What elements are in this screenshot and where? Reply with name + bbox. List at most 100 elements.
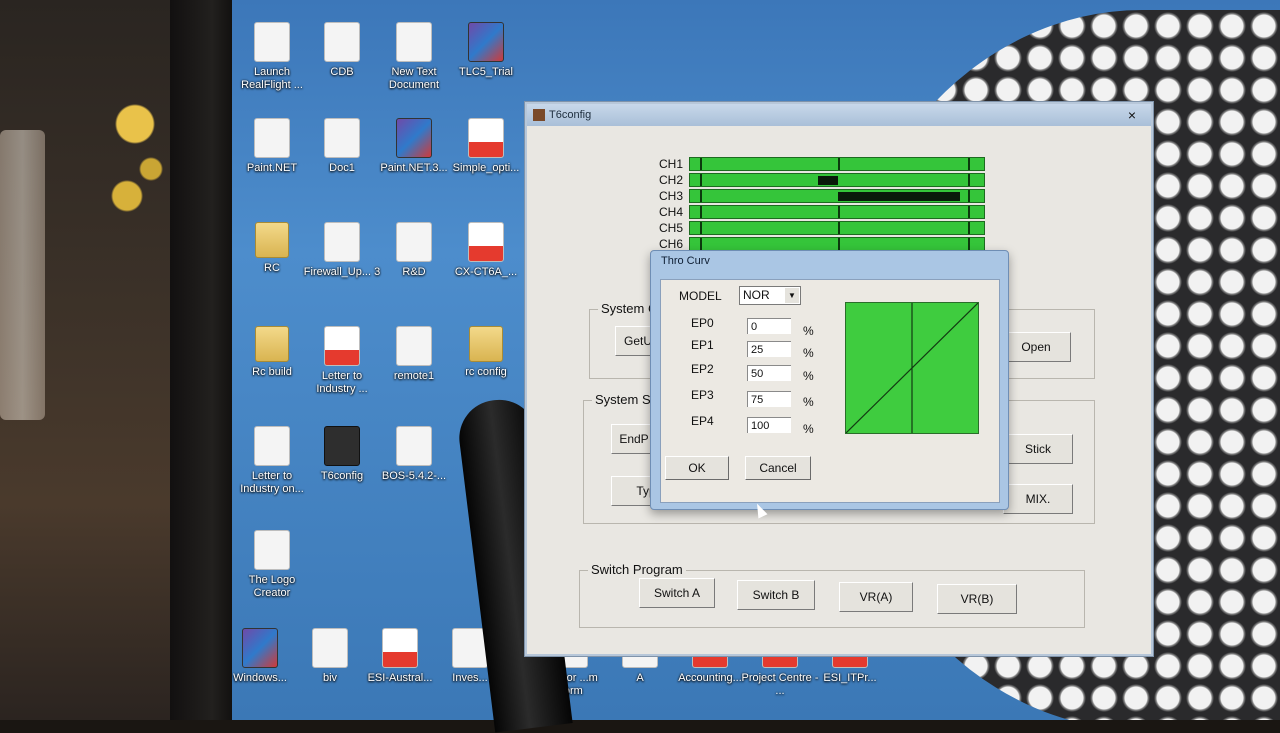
desktop-icon[interactable]: Firewall_Up... 3: [302, 222, 382, 279]
pkg-icon: [396, 118, 432, 158]
desktop-icon[interactable]: Letter to Industry on...: [232, 426, 312, 496]
model-select[interactable]: NOR ▼: [739, 286, 801, 305]
stick-button[interactable]: Stick: [1003, 434, 1073, 464]
desktop-icon[interactable]: Paint.NET.3...: [374, 118, 454, 175]
desktop-icon[interactable]: Doc1: [302, 118, 382, 175]
chevron-down-icon[interactable]: ▼: [785, 288, 799, 303]
desktop-icon[interactable]: Simple_opti...: [446, 118, 526, 175]
channel-bar: [689, 173, 985, 187]
desktop-icon-label: Rc build: [252, 366, 292, 378]
desktop-icon-label: Paint.NET: [246, 162, 298, 174]
desktop-icon[interactable]: rc config: [446, 326, 526, 379]
channel-level: [818, 176, 838, 185]
desktop-icon[interactable]: Rc build: [232, 326, 312, 379]
desktop-icon[interactable]: CX-CT6A_...: [446, 222, 526, 279]
window-title: T6config: [549, 109, 592, 121]
desktop-icon-label: R&D: [402, 266, 426, 278]
bar-tick: [700, 174, 702, 186]
mix-button[interactable]: MIX.: [1003, 484, 1073, 514]
ep2-unit: %: [803, 369, 814, 383]
bar-tick: [700, 190, 702, 202]
channel-label: CH2: [658, 173, 683, 187]
ok-button[interactable]: OK: [665, 456, 729, 480]
desktop-icon[interactable]: Paint.NET: [232, 118, 312, 175]
desktop-icon[interactable]: TLC5_Trial: [446, 22, 526, 79]
channel-bar: [689, 189, 985, 203]
channel-row: CH1: [653, 156, 993, 172]
desktop-icon[interactable]: remote1: [374, 326, 454, 383]
close-button[interactable]: ×: [1123, 107, 1141, 123]
desktop-icon-label: Accounting...: [678, 672, 742, 684]
ep2-label: EP2: [691, 362, 714, 376]
channel-label: CH6: [658, 237, 683, 251]
bar-tick: [838, 222, 840, 234]
monitor-bezel: [170, 0, 240, 720]
pkg-icon: [468, 22, 504, 62]
channel-label: CH4: [658, 205, 683, 219]
desktop-icon[interactable]: Letter to Industry ...: [302, 326, 382, 396]
bar-tick: [700, 158, 702, 170]
ep3-input[interactable]: 75: [747, 391, 791, 407]
ep1-unit: %: [803, 346, 814, 360]
desktop-icon[interactable]: CDB: [302, 22, 382, 79]
desktop-icon[interactable]: ESI-Austral...: [360, 628, 440, 685]
desktop-icon-label: CDB: [330, 66, 354, 78]
desktop-icon[interactable]: BOS-5.4.2-...: [374, 426, 454, 483]
desktop-icon[interactable]: New Text Document: [374, 22, 454, 92]
doc-icon: [312, 628, 348, 668]
desktop-icon-label: New Text Document: [388, 66, 440, 91]
bar-tick: [968, 222, 970, 234]
bar-tick: [968, 238, 970, 250]
desktop-icon-label: RC: [264, 262, 280, 274]
glass-jar: [0, 130, 45, 420]
channel-bar: [689, 205, 985, 219]
doc-icon: [396, 326, 432, 366]
vra-button[interactable]: VR(A): [839, 582, 913, 612]
pdf-icon: [468, 222, 504, 262]
channel-bar: [689, 221, 985, 235]
desktop-icon-label: A: [636, 672, 644, 684]
pkg-icon: [242, 628, 278, 668]
ep0-input[interactable]: 0: [747, 318, 791, 334]
ep4-input[interactable]: 100: [747, 417, 791, 433]
desktop-icon[interactable]: Launch RealFlight ...: [232, 22, 312, 92]
desktop-icon-label: ESI_ITPr...: [823, 672, 877, 684]
ep1-label: EP1: [691, 338, 714, 352]
open-button[interactable]: Open: [1001, 332, 1071, 362]
channel-level: [838, 192, 960, 201]
channel-bar: [689, 157, 985, 171]
desktop-icon[interactable]: T6config: [302, 426, 382, 483]
switch-a-button[interactable]: Switch A: [639, 578, 715, 608]
desktop-icon[interactable]: RC: [232, 222, 312, 275]
bar-tick: [968, 174, 970, 186]
channel-row: CH4: [653, 204, 993, 220]
group-title: Switch Program: [588, 562, 686, 577]
bar-tick: [838, 238, 840, 250]
desktop-icon[interactable]: biv: [290, 628, 370, 685]
desktop-icon-label: Letter to Industry on...: [240, 470, 304, 495]
desktop-icon-label: Paint.NET.3...: [380, 162, 448, 174]
dialog-title[interactable]: Thro Curv: [651, 251, 1008, 271]
desktop-icon-label: remote1: [393, 370, 435, 382]
bar-tick: [968, 206, 970, 218]
bar-tick: [700, 222, 702, 234]
app-icon: [254, 530, 290, 570]
app-icon: [533, 109, 545, 121]
desktop-icon-label: Launch RealFlight ...: [241, 66, 303, 91]
channel-label: CH5: [658, 221, 683, 235]
ep0-label: EP0: [691, 316, 714, 330]
throttle-curve-dialog: Thro Curv MODEL NOR ▼ EP0 0 % EP1 25 % E…: [650, 250, 1009, 510]
desktop-icon-label: CX-CT6A_...: [454, 266, 518, 278]
desktop-icon[interactable]: The Logo Creator: [232, 530, 312, 600]
switch-b-button[interactable]: Switch B: [737, 580, 815, 610]
folder-icon: [469, 326, 503, 362]
doc-icon: [324, 22, 360, 62]
vrb-button[interactable]: VR(B): [937, 584, 1017, 614]
ep4-label: EP4: [691, 414, 714, 428]
group-title: System S: [592, 392, 654, 407]
ep1-input[interactable]: 25: [747, 341, 791, 357]
cancel-button[interactable]: Cancel: [745, 456, 811, 480]
ep2-input[interactable]: 50: [747, 365, 791, 381]
desktop-icon[interactable]: R&D: [374, 222, 454, 279]
window-titlebar[interactable]: T6config: [527, 104, 1151, 126]
